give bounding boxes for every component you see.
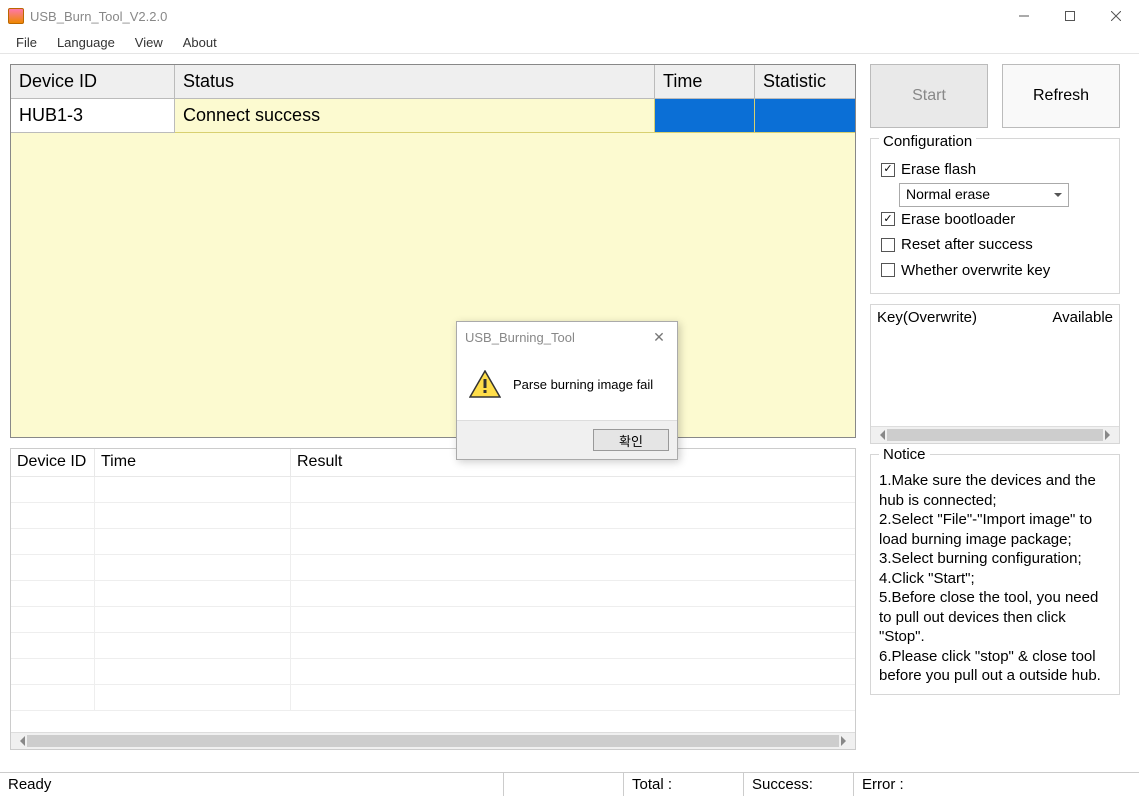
status-success: Success:: [743, 773, 853, 796]
dialog-title: USB_Burning_Tool: [465, 330, 649, 345]
erase-bootloader-label: Erase bootloader: [901, 207, 1015, 233]
menu-file[interactable]: File: [6, 33, 47, 52]
table-row[interactable]: [11, 581, 855, 607]
dialog-footer: 확인: [457, 420, 677, 459]
menu-language[interactable]: Language: [47, 33, 125, 52]
key-horizontal-scrollbar[interactable]: [871, 426, 1119, 443]
maximize-button[interactable]: [1047, 0, 1093, 32]
cell-status: Connect success: [175, 99, 655, 133]
action-buttons: Start Refresh: [870, 64, 1120, 128]
menu-about[interactable]: About: [173, 33, 227, 52]
notice-line-4: 4.Click "Start";: [879, 569, 1111, 589]
notice-group: Notice 1.Make sure the devices and the h…: [870, 454, 1120, 695]
close-button[interactable]: [1093, 0, 1139, 32]
col-time-2[interactable]: Time: [95, 449, 291, 476]
dialog-ok-button[interactable]: 확인: [593, 429, 669, 451]
col-device-id-2[interactable]: Device ID: [11, 449, 95, 476]
cell-time: [655, 99, 755, 133]
table-row[interactable]: HUB1-3 Connect success: [11, 99, 855, 133]
cell-statistic: [755, 99, 855, 133]
menubar: File Language View About: [0, 32, 1139, 54]
table-row[interactable]: [11, 607, 855, 633]
configuration-legend: Configuration: [879, 129, 976, 155]
start-button[interactable]: Start: [870, 64, 988, 128]
col-statistic[interactable]: Statistic: [755, 65, 855, 99]
notice-line-6: 6.Please click "stop" & close tool befor…: [879, 647, 1111, 686]
window-title: USB_Burn_Tool_V2.2.0: [30, 9, 1001, 24]
error-dialog: USB_Burning_Tool ✕ Parse burning image f…: [456, 321, 678, 460]
dialog-close-icon[interactable]: ✕: [649, 329, 669, 346]
table-row[interactable]: [11, 529, 855, 555]
status-progress: [503, 773, 623, 796]
titlebar: USB_Burn_Tool_V2.2.0: [0, 0, 1139, 32]
notice-line-3: 3.Select burning configuration;: [879, 549, 1111, 569]
key-overwrite-label: Key(Overwrite): [877, 309, 1052, 326]
notice-legend: Notice: [879, 445, 930, 465]
erase-flash-label: Erase flash: [901, 157, 976, 183]
cell-device-id: HUB1-3: [11, 99, 175, 133]
horizontal-scrollbar[interactable]: [11, 732, 855, 749]
col-status[interactable]: Status: [175, 65, 655, 99]
erase-flash-checkbox[interactable]: ✓: [881, 163, 895, 177]
dialog-titlebar[interactable]: USB_Burning_Tool ✕: [457, 322, 677, 352]
table-row[interactable]: [11, 633, 855, 659]
warning-icon: [469, 370, 501, 398]
refresh-button[interactable]: Refresh: [1002, 64, 1120, 128]
notice-line-5: 5.Before close the tool, you need to pul…: [879, 588, 1111, 647]
overwrite-key-label: Whether overwrite key: [901, 258, 1050, 284]
menu-view[interactable]: View: [125, 33, 173, 52]
table-row[interactable]: [11, 555, 855, 581]
table-row[interactable]: [11, 685, 855, 711]
dialog-message: Parse burning image fail: [513, 377, 653, 392]
left-column: Device ID Status Time Statistic HUB1-3 C…: [10, 64, 856, 750]
device-table-body: [11, 133, 855, 437]
key-available-label: Available: [1052, 309, 1113, 326]
status-error: Error :: [853, 773, 1121, 796]
key-box-header: Key(Overwrite) Available: [871, 305, 1119, 330]
table-row[interactable]: [11, 477, 855, 503]
configuration-group: Configuration ✓ Erase flash Normal erase…: [870, 138, 1120, 294]
result-table-header: Device ID Time Result: [11, 449, 855, 477]
dialog-body: Parse burning image fail: [457, 352, 677, 420]
window-buttons: [1001, 0, 1139, 32]
statusbar: Ready Total : Success: Error :: [0, 772, 1139, 796]
erase-mode-select[interactable]: Normal erase: [899, 183, 1069, 207]
notice-line-2: 2.Select "File"-"Import image" to load b…: [879, 510, 1111, 549]
col-time[interactable]: Time: [655, 65, 755, 99]
status-total: Total :: [623, 773, 743, 796]
key-box-body: [871, 330, 1119, 426]
reset-after-success-label: Reset after success: [901, 232, 1033, 258]
device-table-header: Device ID Status Time Statistic: [11, 65, 855, 99]
key-overwrite-box: Key(Overwrite) Available: [870, 304, 1120, 444]
device-table: Device ID Status Time Statistic HUB1-3 C…: [10, 64, 856, 438]
table-row[interactable]: [11, 503, 855, 529]
overwrite-key-checkbox[interactable]: [881, 263, 895, 277]
notice-line-1: 1.Make sure the devices and the hub is c…: [879, 471, 1111, 510]
app-icon: [8, 8, 24, 24]
status-ready: Ready: [0, 773, 503, 796]
erase-bootloader-checkbox[interactable]: ✓: [881, 212, 895, 226]
col-device-id[interactable]: Device ID: [11, 65, 175, 99]
table-row[interactable]: [11, 659, 855, 685]
erase-mode-value: Normal erase: [906, 183, 990, 207]
right-column: Start Refresh Configuration ✓ Erase flas…: [870, 64, 1120, 750]
reset-after-success-checkbox[interactable]: [881, 238, 895, 252]
minimize-button[interactable]: [1001, 0, 1047, 32]
result-table: Device ID Time Result: [10, 448, 856, 750]
result-table-body: [11, 477, 855, 732]
